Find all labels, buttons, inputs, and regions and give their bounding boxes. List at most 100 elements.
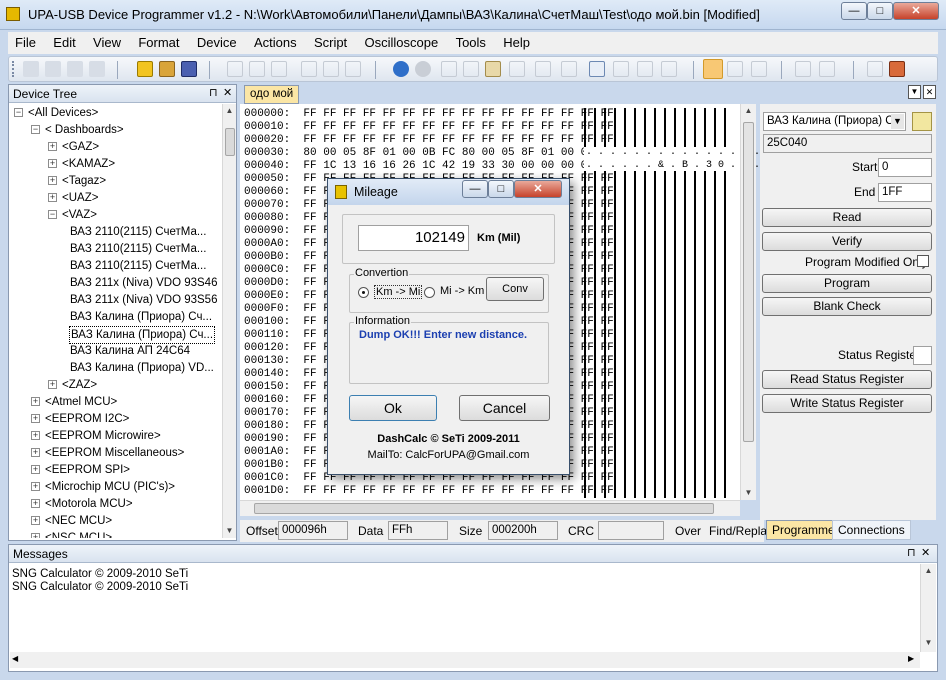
tree-node-label[interactable]: < Dashboards>	[44, 122, 125, 138]
expand-icon[interactable]: +	[31, 397, 40, 406]
tree-node-label[interactable]: ВАЗ 211x (Niva) VDO 93S46	[69, 275, 218, 291]
menu-format[interactable]: Format	[131, 32, 186, 53]
tree-node-label[interactable]: <Motorola MCU>	[44, 496, 134, 512]
data-field[interactable]: FFh	[388, 521, 448, 540]
tool-icon[interactable]	[613, 61, 629, 77]
scroll-up-icon[interactable]: ▲	[223, 106, 236, 115]
start-input[interactable]: 0	[878, 158, 932, 177]
tree-node-label[interactable]: ВАЗ 211x (Niva) VDO 93S56	[69, 292, 218, 308]
expand-icon[interactable]: +	[31, 465, 40, 474]
tool-icon[interactable]	[661, 61, 677, 77]
zoom-icon[interactable]	[727, 61, 743, 77]
tool-icon[interactable]	[89, 61, 105, 77]
read-status-register-button[interactable]: Read Status Register	[762, 370, 932, 389]
collapse-icon[interactable]: −	[14, 108, 23, 117]
close-icon[interactable]: ✕	[921, 546, 930, 559]
hex-row[interactable]: 000010: FF FF FF FF FF FF FF FF FF FF FF…	[244, 121, 614, 134]
tree-node-label[interactable]: <All Devices>	[27, 105, 99, 121]
hex-row[interactable]: 000040: FF 1C 13 16 16 26 1C 42 19 33 30…	[244, 160, 614, 173]
find-icon[interactable]	[535, 61, 551, 77]
tree-node-label[interactable]: ВАЗ Калина (Приора) VD...	[69, 360, 215, 376]
tool-icon[interactable]	[45, 61, 61, 77]
close-button[interactable]: ✕	[893, 2, 939, 20]
expand-icon[interactable]: +	[31, 414, 40, 423]
expand-icon[interactable]: +	[48, 193, 57, 202]
menu-script[interactable]: Script	[307, 32, 354, 53]
hex-hscrollbar[interactable]	[240, 500, 740, 516]
record-icon[interactable]	[819, 61, 835, 77]
tree-node-label[interactable]: <Atmel MCU>	[44, 394, 118, 410]
hex-bytes[interactable]: FF FF FF FF FF FF FF FF FF FF FF FF FF F…	[303, 108, 613, 120]
hex-bytes[interactable]: FF FF FF FF FF FF FF FF FF FF FF FF FF F…	[303, 134, 613, 146]
offset-field[interactable]: 000096h	[278, 521, 348, 540]
pin-icon[interactable]: ⊓	[209, 86, 218, 99]
scroll-thumb[interactable]	[743, 122, 754, 442]
hscroll-thumb[interactable]	[254, 503, 714, 514]
blank-check-button[interactable]: Blank Check	[762, 297, 932, 316]
ok-button[interactable]: Ok	[349, 395, 437, 421]
align-left-icon[interactable]	[301, 61, 317, 77]
cut-icon[interactable]	[441, 61, 457, 77]
tree-node-label[interactable]: ВАЗ 2110(2115) СчетМа...	[69, 258, 207, 274]
tree-node-label[interactable]: <EEPROM SPI>	[44, 462, 131, 478]
delete-icon[interactable]	[509, 61, 525, 77]
collapse-icon[interactable]: −	[48, 210, 57, 219]
hex-row[interactable]: 000020: FF FF FF FF FF FF FF FF FF FF FF…	[244, 134, 614, 147]
scroll-thumb[interactable]	[225, 128, 235, 156]
tool-icon[interactable]	[67, 61, 83, 77]
expand-icon[interactable]: +	[48, 380, 57, 389]
close-icon[interactable]: ✕	[223, 86, 232, 99]
tree-node-label[interactable]: <UAZ>	[61, 190, 99, 206]
find-replace-label[interactable]: Find/Repla	[709, 524, 767, 538]
tree-scrollbar[interactable]: ▲ ▼	[222, 104, 236, 538]
km-to-mi-radio[interactable]	[358, 287, 369, 298]
write-status-register-button[interactable]: Write Status Register	[762, 394, 932, 413]
bold-icon[interactable]	[227, 61, 243, 77]
tree-node-label[interactable]: ВАЗ Калина (Приора) Сч...	[69, 326, 216, 344]
minimize-button[interactable]: —	[841, 2, 867, 20]
scroll-down-icon[interactable]: ▼	[741, 488, 756, 497]
pointer-icon[interactable]	[703, 59, 723, 79]
crc-field[interactable]	[598, 521, 664, 540]
new-icon[interactable]	[137, 61, 153, 77]
hex-scrollbar[interactable]: ▲ ▼	[740, 104, 756, 500]
conv-button[interactable]: Conv	[486, 277, 544, 301]
end-input[interactable]: 1FF	[878, 183, 932, 202]
tool-icon[interactable]	[751, 61, 767, 77]
read-button[interactable]: Read	[762, 208, 932, 227]
hex-bytes[interactable]: 80 00 05 8F 01 00 0B FC 80 00 05 8F 01 0…	[303, 147, 613, 159]
tree-node-label[interactable]: <ZAZ>	[61, 377, 98, 393]
menu-tools[interactable]: Tools	[449, 32, 493, 53]
browse-icon[interactable]	[912, 112, 932, 131]
menu-view[interactable]: View	[86, 32, 128, 53]
tab-document[interactable]: одо мой	[244, 85, 300, 104]
dialog-maximize-button[interactable]: □	[488, 180, 514, 198]
scroll-right-icon[interactable]: ▶	[908, 654, 914, 663]
hex-row[interactable]: 000030: 80 00 05 8F 01 00 0B FC 80 00 05…	[244, 147, 614, 160]
km-to-mi-label[interactable]: Km -> Mi	[374, 285, 423, 299]
scroll-left-icon[interactable]: ◀	[12, 654, 18, 663]
tab-connections[interactable]: Connections	[832, 520, 911, 540]
menu-help[interactable]: Help	[496, 32, 537, 53]
copy-icon[interactable]	[463, 61, 479, 77]
tab-list-icon[interactable]: ▼	[908, 85, 921, 99]
program-button[interactable]: Program	[762, 274, 932, 293]
size-field[interactable]: 000200h	[488, 521, 558, 540]
tree-node-label[interactable]: <NEC MCU>	[44, 513, 113, 529]
expand-icon[interactable]: +	[31, 516, 40, 525]
verify-button[interactable]: Verify	[762, 232, 932, 251]
scroll-up-icon[interactable]: ▲	[741, 106, 756, 115]
menu-oscilloscope[interactable]: Oscilloscope	[358, 32, 446, 53]
expand-icon[interactable]: +	[31, 431, 40, 440]
tree-node-label[interactable]: <KAMAZ>	[61, 156, 116, 172]
stop-icon[interactable]	[415, 61, 431, 77]
dropdown-icon[interactable]: ▼	[891, 114, 904, 129]
save-icon[interactable]	[181, 61, 197, 77]
tree-node-label[interactable]: <EEPROM Miscellaneous>	[44, 445, 185, 461]
tree-node-label[interactable]: ВАЗ 2110(2115) СчетМа...	[69, 241, 207, 257]
tree-node-label[interactable]: ВАЗ Калина (Приора) Сч...	[69, 309, 213, 325]
tools-icon[interactable]	[889, 61, 905, 77]
expand-icon[interactable]: +	[31, 533, 40, 538]
underline-icon[interactable]	[271, 61, 287, 77]
device-select[interactable]: ВАЗ Калина (Приора) Сч	[763, 112, 906, 131]
